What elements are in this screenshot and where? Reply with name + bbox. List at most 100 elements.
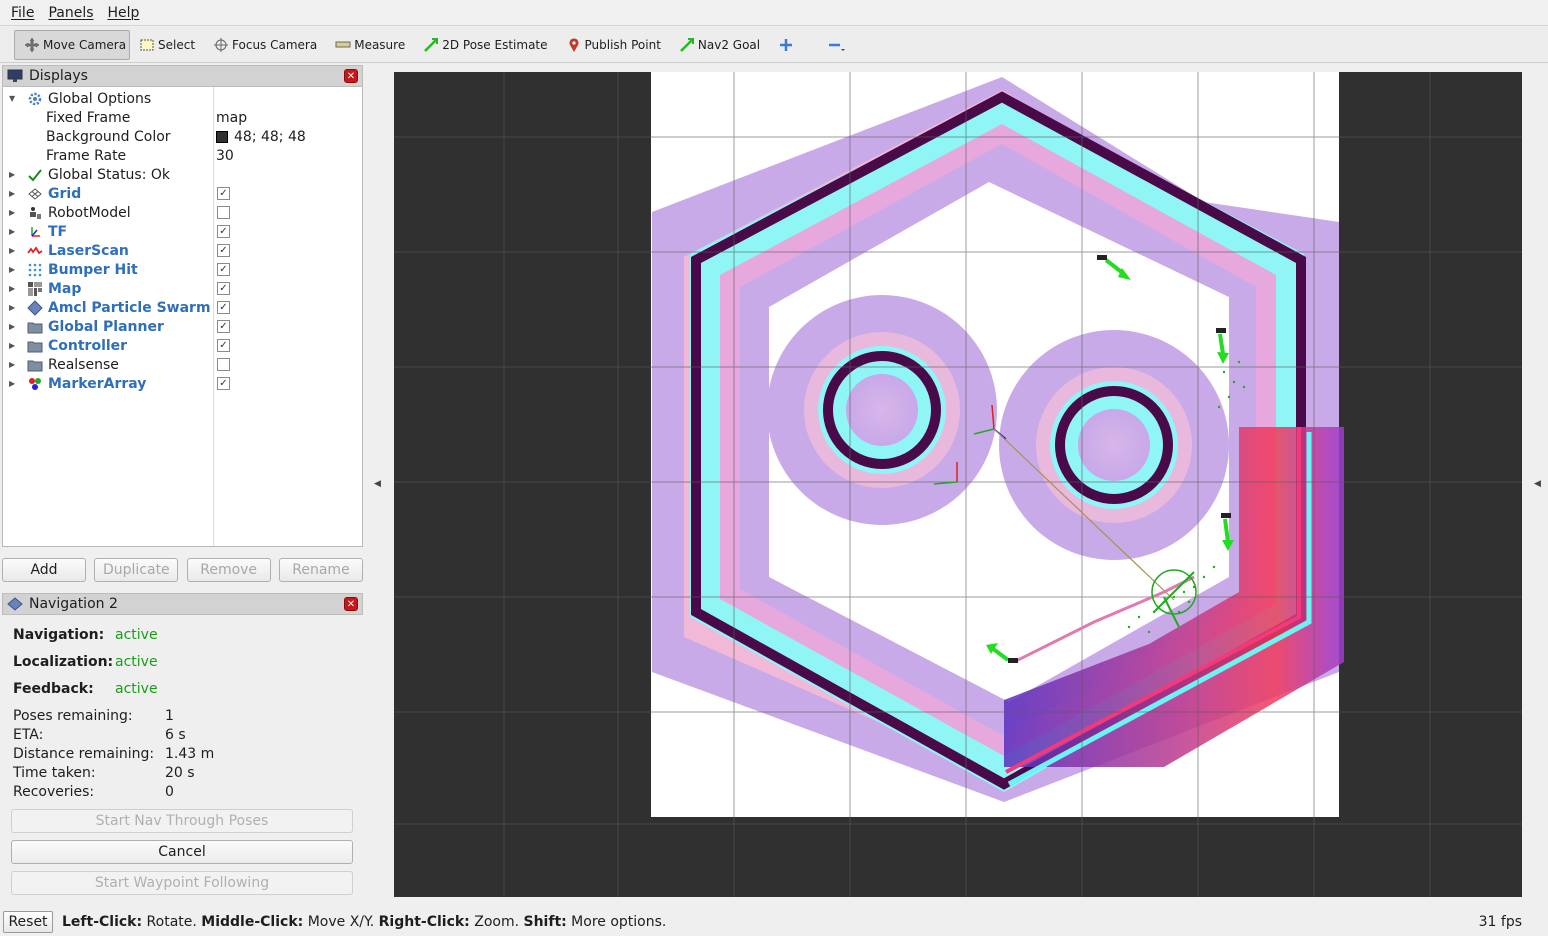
tf-label: TF [48,223,68,240]
navigation-icon [7,597,23,611]
tree-row-controller[interactable]: ▶ Controller ✓ [3,336,362,355]
tree-row-laser-scan[interactable]: ▶ LaserScan ✓ [3,241,362,260]
rename-button[interactable]: Rename [278,558,363,582]
eta-label: ETA: [13,727,44,743]
global-planner-checkbox[interactable]: ✓ [217,320,230,333]
expand-arrow-icon[interactable]: ▶ [9,189,15,198]
publish-point-tool[interactable]: Publish Point [557,30,670,60]
displays-title: Displays [29,68,88,84]
tree-row-global-status[interactable]: ▶ Global Status: Ok [3,165,362,184]
expand-arrow-icon[interactable]: ▶ [9,303,15,312]
distance-remaining-label: Distance remaining: [13,746,155,762]
tree-row-robot-model[interactable]: ▶ RobotModel [3,203,362,222]
add-tool-button[interactable] [769,30,806,60]
marker-array-checkbox[interactable]: ✓ [217,377,230,390]
start-nav-through-poses-button[interactable]: Start Nav Through Poses [11,809,353,833]
expand-arrow-icon[interactable]: ▶ [9,246,15,255]
render-viewport[interactable] [394,72,1522,897]
tree-row-background-color[interactable]: Background Color 48; 48; 48 [3,127,362,146]
menu-help[interactable]: Help [101,5,147,21]
navigation-panel: Navigation 2 ✕ Navigation: active Locali… [2,593,363,903]
bumper-hit-checkbox[interactable]: ✓ [217,263,230,276]
focus-camera-tool[interactable]: Focus Camera [204,30,326,60]
global-status-label: Global Status: Ok [48,166,171,183]
laser-scan-icon [27,243,43,259]
folder-icon [27,319,43,335]
remove-tool-button[interactable] [818,30,855,60]
tree-row-realsense[interactable]: ▶ Realsense [3,355,362,374]
add-button[interactable]: Add [2,558,86,582]
close-icon[interactable]: ✕ [344,597,358,611]
measure-tool[interactable]: Measure [326,30,414,60]
fixed-frame-value[interactable]: map [216,110,247,126]
grid-label: Grid [48,185,82,202]
tree-row-marker-array[interactable]: ▶ MarkerArray ✓ [3,374,362,393]
controller-label: Controller [48,337,128,354]
localization-status-value: active [115,654,158,670]
expand-arrow-icon[interactable]: ▶ [9,170,15,179]
color-swatch [216,130,228,143]
map-checkbox[interactable]: ✓ [217,282,230,295]
expand-arrow-icon[interactable]: ▶ [9,284,15,293]
duplicate-button[interactable]: Duplicate [94,558,179,582]
move-camera-icon [24,37,40,53]
eta-value: 6 s [165,727,186,743]
tree-row-grid[interactable]: ▶ Grid ✓ [3,184,362,203]
feedback-status-value: active [115,681,158,697]
tree-row-frame-rate[interactable]: Frame Rate 30 [3,146,362,165]
expand-arrow-icon[interactable]: ▶ [9,227,15,236]
menu-panels[interactable]: Panels [41,5,100,21]
move-camera-tool[interactable]: Move Camera [14,29,130,60]
controller-checkbox[interactable]: ✓ [217,339,230,352]
navigation-title-bar: Navigation 2 ✕ [2,593,363,615]
expand-arrow-icon[interactable]: ▶ [9,341,15,350]
expand-arrow-icon[interactable]: ▼ [9,94,15,103]
distance-remaining-value: 1.43 m [165,746,215,762]
collapse-right-icon[interactable]: ◀ [1534,479,1541,489]
mouse-hint: Left-Click: Rotate. Middle-Click: Move X… [62,913,667,930]
fps-counter: 31 fps [1478,913,1522,930]
frame-rate-value[interactable]: 30 [216,148,234,164]
cancel-button[interactable]: Cancel [11,840,353,864]
menu-file[interactable]: File [4,5,41,21]
expand-arrow-icon[interactable]: ▶ [9,208,15,217]
tree-row-amcl-particle-swarm[interactable]: ▶ Amcl Particle Swarm ✓ [3,298,362,317]
pose-estimate-tool[interactable]: 2D Pose Estimate [414,30,556,60]
toolbar: Move Camera Select Focus Camera Measure … [0,27,1548,63]
select-tool[interactable]: Select [130,30,204,60]
navigation-title: Navigation 2 [29,596,118,612]
start-waypoint-following-button[interactable]: Start Waypoint Following [11,871,353,895]
poses-remaining-label: Poses remaining: [13,708,133,724]
nav2-goal-label: Nav2 Goal [697,37,761,52]
tf-checkbox[interactable]: ✓ [217,225,230,238]
expand-arrow-icon[interactable]: ▶ [9,322,15,331]
reset-button[interactable]: Reset [3,910,53,933]
close-icon[interactable]: ✕ [344,69,358,83]
checkmark-icon [27,167,43,183]
amcl-particle-swarm-checkbox[interactable]: ✓ [217,301,230,314]
background-color-value[interactable]: 48; 48; 48 [216,129,306,145]
grid-checkbox[interactable]: ✓ [217,187,230,200]
tree-row-tf[interactable]: ▶ TF ✓ [3,222,362,241]
recoveries-label: Recoveries: [13,784,95,800]
expand-arrow-icon[interactable]: ▶ [9,379,15,388]
pose-estimate-label: 2D Pose Estimate [442,37,548,52]
gear-icon [27,91,43,107]
tree-row-global-options[interactable]: ▼ Global Options [3,89,362,108]
expand-arrow-icon[interactable]: ▶ [9,360,15,369]
displays-title-bar: Displays ✕ [2,65,363,87]
tree-row-map[interactable]: ▶ Map ✓ [3,279,362,298]
nav2-goal-tool[interactable]: Nav2 Goal [670,30,769,60]
robot-model-checkbox[interactable] [217,206,230,219]
collapse-left-icon[interactable]: ◀ [374,479,381,489]
realsense-checkbox[interactable] [217,358,230,371]
tree-row-global-planner[interactable]: ▶ Global Planner ✓ [3,317,362,336]
expand-arrow-icon[interactable]: ▶ [9,265,15,274]
tree-row-fixed-frame[interactable]: Fixed Frame map [3,108,362,127]
tf-icon [27,224,43,240]
marker-array-label: MarkerArray [48,375,147,392]
measure-icon [335,37,351,53]
tree-row-bumper-hit[interactable]: ▶ Bumper Hit ✓ [3,260,362,279]
remove-button[interactable]: Remove [186,558,271,582]
laser-scan-checkbox[interactable]: ✓ [217,244,230,257]
